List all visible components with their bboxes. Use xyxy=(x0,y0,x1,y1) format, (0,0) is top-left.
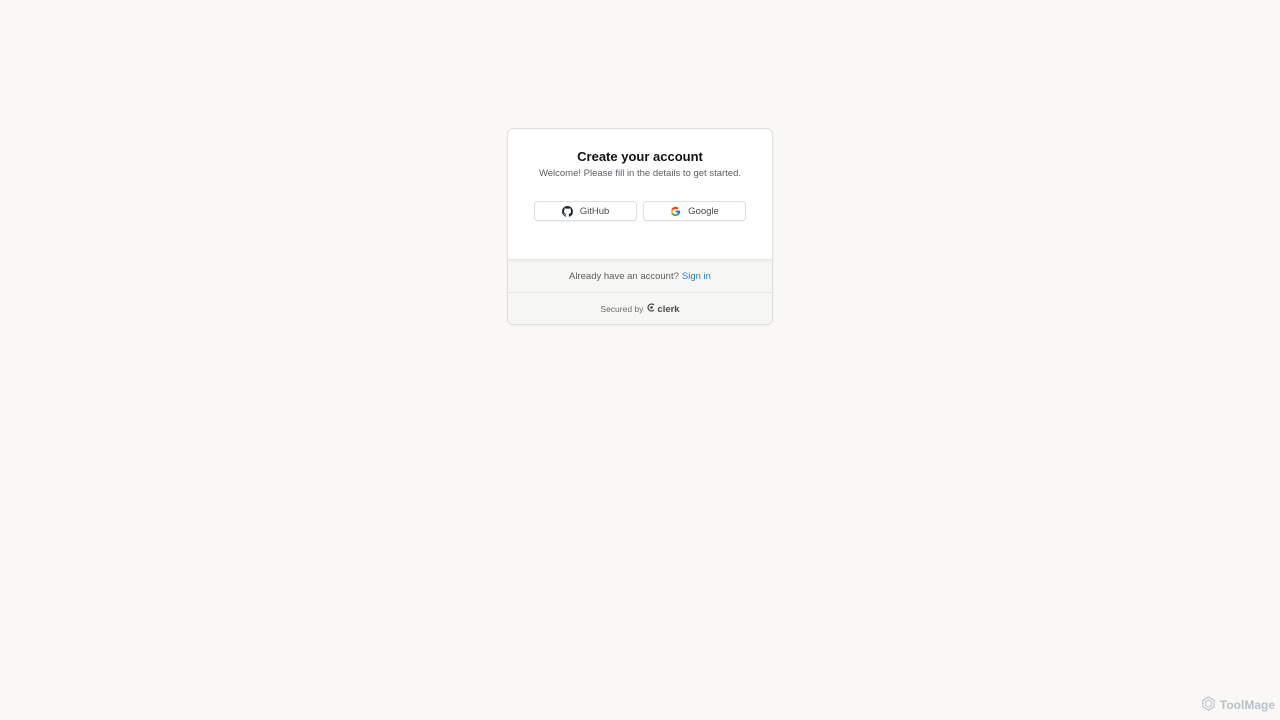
signup-card: Create your account Welcome! Please fill… xyxy=(507,128,773,325)
page: Create your account Welcome! Please fill… xyxy=(0,0,1280,720)
social-buttons: GitHub Google xyxy=(534,201,746,221)
secured-by-label: Secured by xyxy=(600,304,644,314)
signin-link[interactable]: Sign in xyxy=(682,271,711,282)
toolmage-logo-icon xyxy=(1201,696,1216,714)
github-icon xyxy=(561,205,573,217)
secured-by-footer: Secured by clerk xyxy=(508,293,772,324)
google-button[interactable]: Google xyxy=(643,201,746,221)
github-button-label: GitHub xyxy=(579,205,610,217)
page-title: Create your account xyxy=(577,149,703,164)
signup-card-main: Create your account Welcome! Please fill… xyxy=(508,129,772,260)
clerk-logo-text: clerk xyxy=(657,303,680,315)
signin-prompt: Already have an account? xyxy=(569,270,679,282)
toolmage-watermark: ToolMage xyxy=(1201,696,1275,714)
toolmage-label: ToolMage xyxy=(1219,698,1275,712)
signin-footer: Already have an account? Sign in xyxy=(508,260,772,293)
clerk-logo[interactable]: clerk xyxy=(647,303,680,315)
clerk-logo-icon xyxy=(647,303,656,315)
google-button-label: Google xyxy=(688,205,719,217)
google-icon xyxy=(670,206,681,217)
github-button[interactable]: GitHub xyxy=(534,201,637,221)
page-subtitle: Welcome! Please fill in the details to g… xyxy=(538,168,742,179)
